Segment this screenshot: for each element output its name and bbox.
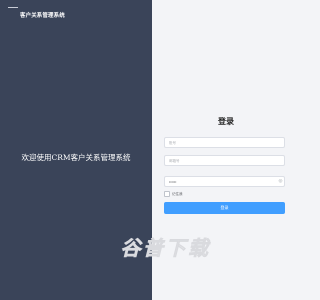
password-input[interactable] bbox=[164, 176, 285, 187]
username-input[interactable] bbox=[164, 137, 285, 148]
phone-input[interactable] bbox=[164, 155, 285, 166]
watermark-char: 谷 bbox=[120, 235, 141, 260]
brand-divider bbox=[8, 7, 18, 8]
login-button[interactable]: 登录 bbox=[164, 202, 285, 214]
remember-me-checkbox[interactable] bbox=[164, 191, 170, 197]
remember-me-label: 记住我 bbox=[172, 191, 183, 196]
login-title: 登录 bbox=[218, 117, 234, 126]
welcome-message: 欢迎使用CRM客户关系管理系统 bbox=[21, 153, 131, 162]
remember-me-row[interactable]: 记住我 bbox=[164, 191, 183, 197]
watermark-logo: 谷 普 下 载 bbox=[120, 235, 210, 261]
brand-title: 客户关系管理系统 bbox=[20, 13, 65, 19]
eye-icon[interactable]: ◎ bbox=[278, 179, 283, 184]
watermark-char: 下 bbox=[165, 235, 186, 260]
watermark-char: 载 bbox=[188, 235, 209, 260]
watermark-char: 普 bbox=[143, 235, 164, 260]
